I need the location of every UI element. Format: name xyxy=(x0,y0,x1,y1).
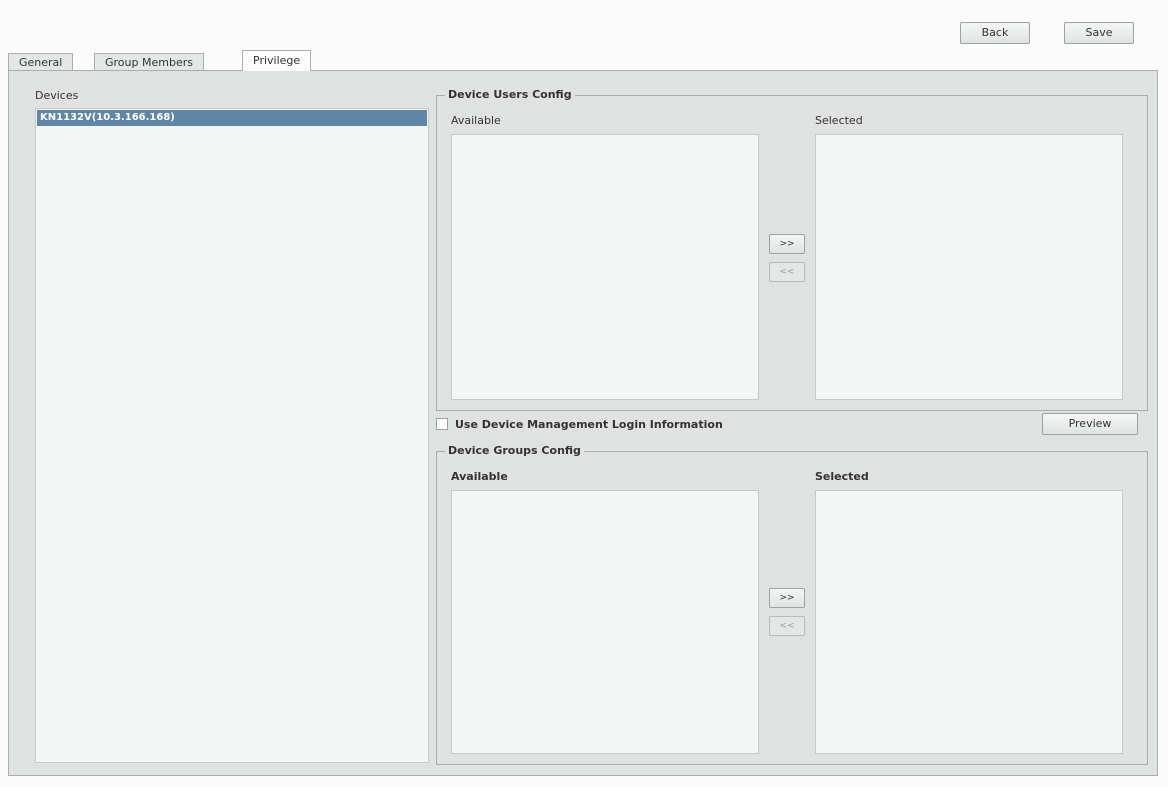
groups-selected-label: Selected xyxy=(815,470,869,483)
device-groups-config-legend: Device Groups Config xyxy=(445,444,584,457)
users-selected-label: Selected xyxy=(815,114,863,127)
users-available-label: Available xyxy=(451,114,501,127)
tab-privilege[interactable]: Privilege xyxy=(242,50,312,71)
tab-group-members[interactable]: Group Members xyxy=(94,53,204,71)
groups-available-label: Available xyxy=(451,470,508,483)
groups-selected-list[interactable] xyxy=(815,490,1123,754)
device-item[interactable]: KN1132V(10.3.166.168) xyxy=(37,110,427,126)
tab-general[interactable]: General xyxy=(8,53,74,71)
device-groups-config: Device Groups Config Available Selected … xyxy=(436,444,1148,765)
groups-add-button[interactable]: >> xyxy=(769,588,805,608)
use-device-login-checkbox[interactable] xyxy=(436,418,448,430)
users-selected-list[interactable] xyxy=(815,134,1123,400)
device-users-config: Device Users Config Available Selected >… xyxy=(436,88,1148,411)
groups-available-list[interactable] xyxy=(451,490,759,754)
users-remove-button[interactable]: << xyxy=(769,262,805,282)
save-button[interactable]: Save xyxy=(1064,22,1134,44)
users-add-button[interactable]: >> xyxy=(769,234,805,254)
users-available-list[interactable] xyxy=(451,134,759,400)
privilege-panel: Devices KN1132V(10.3.166.168) Device Use… xyxy=(8,70,1158,776)
back-button[interactable]: Back xyxy=(960,22,1030,44)
use-device-login-label: Use Device Management Login Information xyxy=(455,418,723,431)
device-users-config-legend: Device Users Config xyxy=(445,88,575,101)
devices-list[interactable]: KN1132V(10.3.166.168) xyxy=(35,108,429,763)
preview-button[interactable]: Preview xyxy=(1042,413,1138,435)
groups-remove-button[interactable]: << xyxy=(769,616,805,636)
devices-label: Devices xyxy=(35,89,79,102)
